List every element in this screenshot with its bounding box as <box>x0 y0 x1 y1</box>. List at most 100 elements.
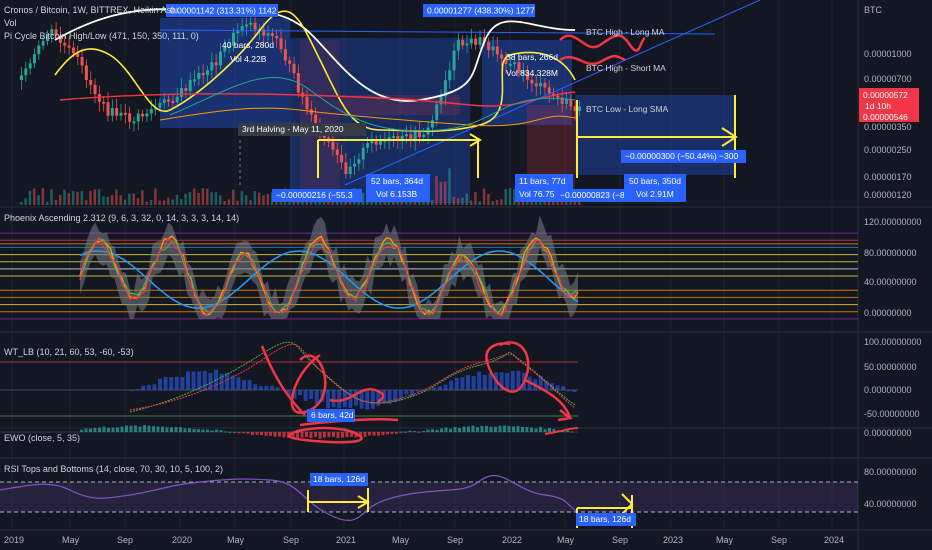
wt-bar <box>415 390 420 392</box>
candle-body <box>253 22 257 30</box>
annotation-8-vol: Vol 76.75 <box>519 189 555 199</box>
wt-bar <box>443 384 448 390</box>
candle-body <box>530 79 534 84</box>
volume-bar <box>244 195 248 205</box>
ewo-bar <box>323 432 326 438</box>
annotation-3: 40 bars, 280d <box>222 40 274 50</box>
ewo-bar <box>80 429 83 432</box>
x-tick-label: May <box>392 535 410 545</box>
volume-bar <box>508 188 512 205</box>
candle-body <box>534 83 538 87</box>
annotation-3-vol: Vol 4.22B <box>230 54 267 64</box>
wt-bar <box>253 384 258 390</box>
ewo-bar <box>120 426 124 432</box>
volume-bar <box>456 198 460 205</box>
wt-bar <box>365 390 370 410</box>
rsi-y-tick-label: 40.00000000 <box>864 499 917 509</box>
volume-bar <box>28 190 32 205</box>
volume-bar <box>361 192 365 205</box>
candle-body <box>340 155 344 163</box>
wt-bar <box>303 390 308 401</box>
wt-bar <box>141 385 146 390</box>
annotation-9: −0.00000823 (−86 <box>560 190 630 200</box>
ewo-bar <box>467 426 470 432</box>
wt-bar <box>466 375 470 390</box>
candle-body <box>244 24 248 27</box>
ewo-bar <box>296 432 299 439</box>
candle-body <box>357 159 361 164</box>
main-y-tick-label: 0.00000700 <box>864 74 912 84</box>
wt-bar <box>505 372 510 390</box>
x-tick-label: Sep <box>117 535 133 545</box>
ewo-bar <box>431 429 434 432</box>
ewo-bar <box>422 430 425 432</box>
x-tick-label: May <box>62 535 80 545</box>
annotation-11: −0.00000300 (−50.44%) −300 <box>625 151 738 161</box>
ewo-bar <box>273 432 277 437</box>
wt-bar <box>572 390 577 392</box>
wt-bar <box>314 390 319 404</box>
phoenix-y-tick-label: 120.00000000 <box>864 217 922 227</box>
candle-body <box>465 43 469 46</box>
x-tick-label: Sep <box>612 535 628 545</box>
ewo-bar <box>111 427 115 432</box>
ewo-bar <box>449 428 452 432</box>
wt-bar <box>158 378 162 390</box>
annotation-b2: 18 bars, 126d <box>313 474 365 484</box>
ewo-bar <box>201 429 205 432</box>
wt-bar <box>152 384 157 390</box>
rsi-band <box>0 482 858 512</box>
wt-bar <box>331 390 336 408</box>
volume-bar <box>482 188 486 205</box>
red-zone-3 <box>300 40 340 190</box>
volume-bar <box>158 200 161 205</box>
wt-bar <box>482 374 487 390</box>
wt-bar <box>438 386 442 390</box>
ewo-bar <box>215 429 218 432</box>
candle-body <box>513 62 517 65</box>
wt-bar <box>146 384 151 390</box>
ewo-bar <box>143 425 146 432</box>
ewo-bar <box>287 432 290 438</box>
ewo-bar <box>426 429 430 432</box>
ewo-bar <box>345 432 349 438</box>
candle-body <box>115 108 119 116</box>
chart-canvas: 0.00001142 (313.31%) 1142 0.00001277 (43… <box>0 0 932 550</box>
ewo-bar <box>152 426 155 432</box>
candle-body <box>89 79 93 85</box>
volume-bar <box>76 191 79 205</box>
ewo-bar <box>269 432 272 436</box>
ewo-bar <box>539 426 542 432</box>
volume-bar <box>500 199 503 205</box>
ewo-bar <box>170 427 173 432</box>
candle-body <box>474 38 478 45</box>
rsi-label: RSI Tops and Bottoms (14, close, 70, 30,… <box>4 464 223 474</box>
volume-bar <box>24 198 27 205</box>
ewo-bar <box>314 432 317 438</box>
main-y-tick-label: 0.00000250 <box>864 145 912 155</box>
ewo-bar <box>264 432 268 436</box>
wt-bar <box>298 390 302 396</box>
x-tick-label: 2021 <box>336 535 356 545</box>
volume-bar <box>218 195 222 205</box>
wt-bar <box>242 380 246 390</box>
annotation-5: −0.00000216 (−55.3 <box>276 190 353 200</box>
candle-body <box>41 41 45 46</box>
candle-body <box>292 63 296 74</box>
candle-body <box>63 42 67 46</box>
wt-y-tick-label: 0.00000000 <box>864 385 912 395</box>
volume-bar <box>97 188 101 205</box>
candle-body <box>141 113 145 117</box>
candle-body <box>201 72 205 76</box>
ewo-bar <box>102 426 106 432</box>
annotation-8: 11 bars, 77d <box>519 176 566 186</box>
wt-bar <box>191 371 196 390</box>
candle-body <box>24 68 28 76</box>
ewo-bar <box>507 425 511 432</box>
volume-bar <box>491 201 494 205</box>
ewo-bar <box>399 431 403 433</box>
ewo-bar <box>476 426 479 432</box>
candle-body <box>210 62 214 71</box>
btc-high-short-ma-label: BTC High - Short MA <box>586 63 666 73</box>
volume-bar <box>106 196 110 205</box>
